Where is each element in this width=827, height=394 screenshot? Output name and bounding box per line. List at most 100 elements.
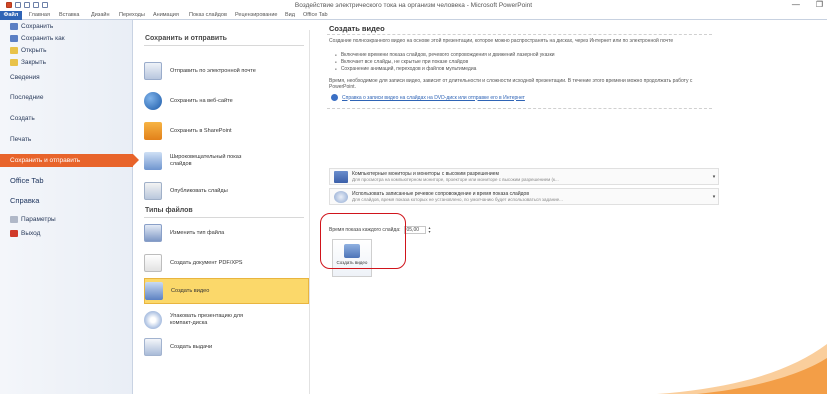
panel-title: Создать видео — [329, 24, 385, 33]
tab-view[interactable]: Вид — [282, 11, 298, 20]
option-broadcast[interactable]: Широковещательный показ слайдов — [144, 148, 309, 174]
nav-save-and-send[interactable]: Сохранить и отправить — [0, 154, 139, 167]
timings-sub: Для слайдов, время показа которых не уст… — [352, 197, 563, 202]
tab-transitions[interactable]: Переходы — [116, 11, 148, 20]
option-change-file-type[interactable]: Изменить тип файла — [144, 220, 309, 246]
narration-icon — [334, 190, 348, 203]
backstage-nav: Сохранить Сохранить как Открыть Закрыть … — [0, 20, 139, 394]
close-folder-icon — [10, 59, 18, 66]
publish-icon — [144, 182, 162, 200]
tab-design[interactable]: Дизайн — [88, 11, 113, 20]
divider — [327, 108, 712, 109]
pdf-icon — [144, 254, 162, 272]
panel-intro: Создание полноэкранного видео на основе … — [329, 38, 674, 44]
tab-slideshow[interactable]: Показ слайдов — [186, 11, 230, 20]
bullet-slides: Включает все слайды, не скрытые при пока… — [335, 59, 468, 65]
section-save-send-heading: Сохранить и отправить — [145, 35, 227, 42]
handouts-icon — [144, 338, 162, 356]
cd-icon — [144, 311, 162, 329]
nav-exit[interactable]: Выход — [0, 230, 133, 237]
option-publish-slides-label: Опубликовать слайды — [170, 187, 228, 194]
nav-options[interactable]: Параметры — [0, 216, 133, 223]
ribbon-tabs: Файл Главная Вставка Дизайн Переходы Ани… — [0, 11, 827, 20]
option-create-handouts[interactable]: Создать выдачи — [144, 334, 309, 360]
minimize-button[interactable]: — — [792, 0, 800, 9]
nav-save-as-label: Сохранить как — [21, 35, 65, 42]
option-send-email-label: Отправить по электронной почте — [170, 67, 256, 74]
decorative-swoosh — [657, 344, 827, 394]
maximize-button[interactable]: ❐ — [816, 0, 823, 9]
bullet-timings: Включение времени показа слайдов, речево… — [335, 52, 555, 58]
tab-animations[interactable]: Анимация — [150, 11, 182, 20]
nav-info[interactable]: Сведения — [0, 74, 133, 81]
nav-save[interactable]: Сохранить — [0, 23, 133, 30]
option-change-file-type-label: Изменить тип файла — [170, 229, 225, 236]
globe-icon — [144, 92, 162, 110]
option-create-pdf[interactable]: Создать документ PDF/XPS — [144, 250, 309, 276]
nav-print[interactable]: Печать — [0, 136, 133, 143]
window-controls: — ❐ — [792, 0, 823, 9]
nav-recent[interactable]: Последние — [0, 94, 133, 101]
option-package-cd[interactable]: Упаковать презентацию для компакт-диска — [144, 307, 309, 333]
help-link-text: Справка о записи видео на слайдах на DVD… — [342, 94, 525, 101]
nav-office-tab[interactable]: Office Tab — [0, 176, 133, 185]
seconds-spinner[interactable]: ▴ ▾ — [429, 226, 431, 234]
help-link[interactable]: Справка о записи видео на слайдах на DVD… — [331, 94, 525, 101]
seconds-input[interactable]: 05,00 — [403, 226, 426, 234]
email-icon — [144, 62, 162, 80]
tab-office-tab[interactable]: Office Tab — [300, 11, 331, 20]
chevron-down-icon: ▾ — [712, 193, 716, 200]
option-publish-slides[interactable]: Опубликовать слайды — [144, 178, 309, 204]
option-package-cd-label: Упаковать презентацию для компакт-диска — [170, 313, 244, 326]
broadcast-icon — [144, 152, 162, 170]
quality-sub: Для просмотра на компьютерном мониторе, … — [352, 177, 559, 182]
column-divider — [309, 30, 310, 394]
option-save-web-label: Сохранить на веб-сайте — [170, 97, 233, 104]
nav-options-label: Параметры — [21, 216, 56, 223]
tab-review[interactable]: Рецензирование — [232, 11, 280, 20]
section-file-types-heading: Типы файлов — [145, 207, 193, 214]
tab-insert[interactable]: Вставка — [56, 11, 82, 20]
nav-close-label: Закрыть — [21, 59, 47, 66]
time-note: Время, необходимое для записи видео, зав… — [329, 78, 693, 90]
open-folder-icon — [10, 47, 18, 54]
nav-open-label: Открыть — [21, 47, 47, 54]
divider — [144, 217, 304, 218]
options-icon — [10, 216, 18, 223]
tab-file[interactable]: Файл — [0, 11, 22, 20]
nav-save-label: Сохранить — [21, 23, 54, 30]
timings-dropdown[interactable]: Использовать записанные речевое сопровож… — [329, 188, 719, 205]
nav-open[interactable]: Открыть — [0, 47, 133, 54]
nav-close[interactable]: Закрыть — [0, 59, 133, 66]
nav-exit-label: Выход — [21, 230, 41, 237]
option-create-video-label: Создать видео — [171, 287, 210, 294]
video-icon — [145, 282, 163, 300]
exit-icon — [10, 230, 18, 237]
highlight-annotation — [320, 213, 406, 269]
option-send-email[interactable]: Отправить по электронной почте — [144, 58, 309, 84]
nav-new[interactable]: Создать — [0, 115, 133, 122]
option-create-pdf-label: Создать документ PDF/XPS — [170, 259, 243, 266]
tab-home[interactable]: Главная — [26, 11, 53, 20]
chevron-down-icon: ▾ — [712, 173, 716, 180]
option-broadcast-label: Широковещательный показ слайдов — [170, 154, 242, 167]
option-save-web[interactable]: Сохранить на веб-сайте — [144, 88, 309, 114]
save-icon — [10, 23, 18, 30]
divider — [327, 34, 712, 35]
quality-dropdown[interactable]: Компьютерные мониторы и мониторы с высок… — [329, 168, 719, 185]
monitor-icon — [334, 170, 348, 183]
file-type-icon — [144, 224, 162, 242]
bullet-animations: Сохранение анимаций, переходов и файлов … — [335, 66, 477, 72]
save-send-options: Сохранить и отправить Отправить по элект… — [139, 20, 309, 394]
divider — [144, 45, 304, 46]
option-create-video[interactable]: Создать видео — [144, 278, 309, 304]
help-icon — [331, 94, 338, 101]
nav-save-as[interactable]: Сохранить как — [0, 35, 133, 42]
save-as-icon — [10, 35, 18, 42]
nav-help[interactable]: Справка — [0, 196, 133, 205]
sharepoint-icon — [144, 122, 162, 140]
title-bar: Воздействие электрического тока на орган… — [0, 0, 827, 11]
option-save-sharepoint[interactable]: Сохранить в SharePoint — [144, 118, 309, 144]
option-save-sharepoint-label: Сохранить в SharePoint — [170, 127, 232, 134]
window-title: Воздействие электрического тока на орган… — [294, 2, 533, 9]
